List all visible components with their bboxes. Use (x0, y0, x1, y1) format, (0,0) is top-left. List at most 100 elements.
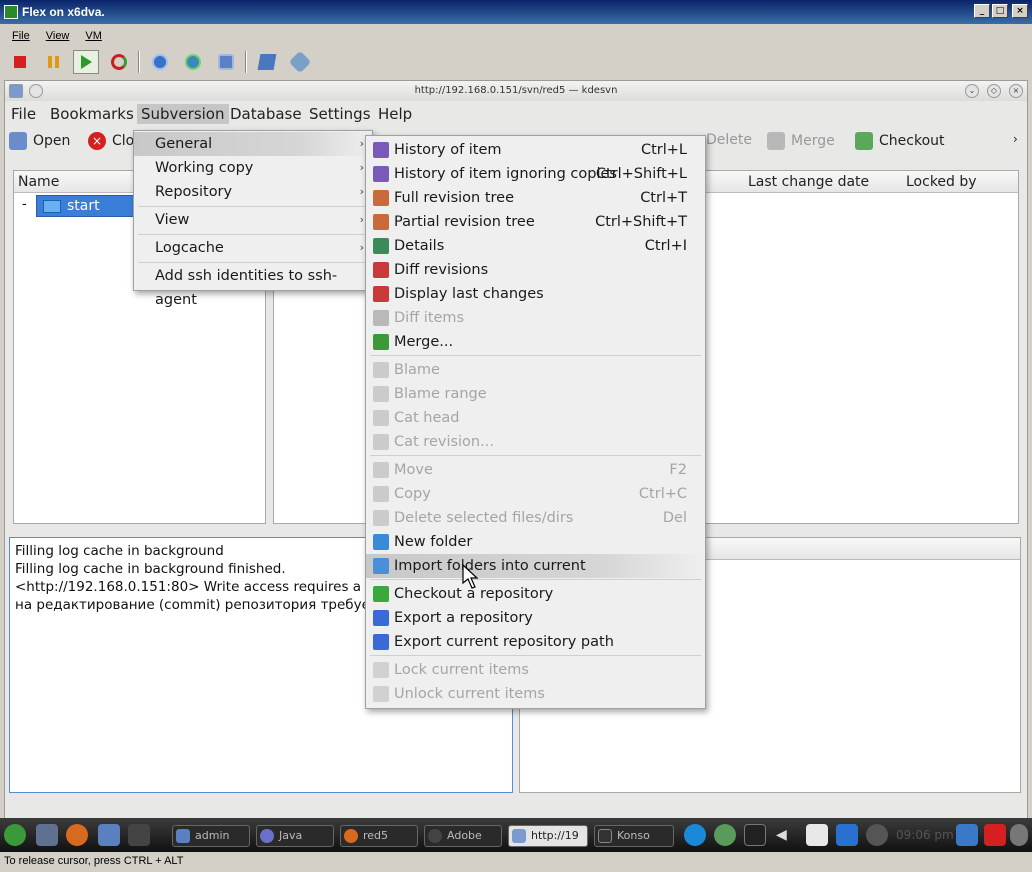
vm-menu-file[interactable]: File (12, 30, 30, 42)
menu-item-copy[interactable]: Copy Ctrl+C (366, 482, 705, 506)
menu-item-full-revision-tree[interactable]: Full revision tree Ctrl+T (366, 186, 705, 210)
task-konsole[interactable]: Konso (594, 825, 674, 847)
menu-item-shortcut: F2 (669, 462, 687, 478)
toolbar-overflow-button[interactable]: › (1013, 132, 1018, 146)
subversion-menu: General › Working copy › Repository › Vi… (133, 130, 373, 308)
revert-icon[interactable] (180, 50, 206, 74)
close-button[interactable]: × (1012, 4, 1028, 18)
menu-item-cat-head[interactable]: Cat head (366, 406, 705, 430)
delete-button[interactable]: Delete (706, 132, 752, 148)
menu-help[interactable]: Help (374, 104, 416, 124)
menu-item-label: Details (394, 238, 445, 254)
file-manager-icon[interactable] (98, 824, 120, 846)
vm-menu-vm[interactable]: VM (85, 30, 102, 42)
menu-item-label: Full revision tree (394, 190, 515, 206)
menu-item-display-last-changes[interactable]: Display last changes (366, 282, 705, 306)
task-adobe[interactable]: Adobe (424, 825, 502, 847)
menu-item-delete-selected-files-dirs[interactable]: Delete selected files/dirs Del (366, 506, 705, 530)
menu-file[interactable]: File (7, 104, 40, 124)
menu-subversion[interactable]: Subversion (137, 104, 229, 124)
menu-item-details[interactable]: Details Ctrl+I (366, 234, 705, 258)
pager-icon[interactable] (128, 824, 150, 846)
window-menu-button[interactable] (29, 84, 43, 98)
menu-item-export-current-repository-path[interactable]: Export current repository path (366, 630, 705, 654)
menu-item-blame[interactable]: Blame (366, 358, 705, 382)
firefox-icon[interactable] (66, 824, 88, 846)
power-icon[interactable] (984, 824, 1006, 846)
lock-screen-icon[interactable] (956, 824, 978, 846)
pause-icon[interactable] (40, 50, 66, 74)
tree-expander[interactable]: - (22, 197, 27, 212)
tree-item-start[interactable]: start (36, 195, 136, 217)
menu-item-checkout-a-repository[interactable]: Checkout a repository (366, 582, 705, 606)
clipboard-icon[interactable] (806, 824, 828, 846)
kde-close-button[interactable]: × (1009, 84, 1023, 98)
menu-item-shortcut: Ctrl+C (638, 486, 687, 502)
submenu-arrow-icon: › (359, 161, 364, 174)
checkout-button[interactable]: Checkout (855, 132, 945, 150)
download-icon[interactable] (836, 824, 858, 846)
menu-item-general[interactable]: General › (134, 132, 372, 156)
menu-item-working-copy[interactable]: Working copy › (134, 156, 372, 180)
play-icon[interactable] (73, 50, 99, 74)
menu-item-logcache[interactable]: Logcache › (134, 236, 372, 260)
settings-icon[interactable] (254, 50, 280, 74)
menu-bookmarks[interactable]: Bookmarks (46, 104, 138, 124)
maximize-button[interactable]: □ (992, 4, 1008, 18)
dashboard-icon[interactable] (1010, 824, 1028, 846)
header-last-change-date[interactable]: Last change date (748, 171, 869, 193)
task-kdesvn[interactable]: http://19 (508, 825, 588, 847)
menu-item-blame-range[interactable]: Blame range (366, 382, 705, 406)
menu-item-cat-revision[interactable]: Cat revision... (366, 430, 705, 454)
start-menu-icon[interactable] (4, 824, 26, 846)
info-icon[interactable] (866, 824, 888, 846)
task-admin[interactable]: admin (172, 825, 250, 847)
menu-item-diff-items[interactable]: Diff items (366, 306, 705, 330)
menu-item-view[interactable]: View › (134, 208, 372, 232)
menu-item-new-folder[interactable]: New folder (366, 530, 705, 554)
menu-item-move[interactable]: Move F2 (366, 458, 705, 482)
clock[interactable]: 09:06 pm (896, 828, 954, 842)
terminal-icon[interactable] (744, 824, 766, 846)
menu-item-repository[interactable]: Repository › (134, 180, 372, 204)
task-red5[interactable]: red5 (340, 825, 418, 847)
menu-item-partial-revision-tree[interactable]: Partial revision tree Ctrl+Shift+T (366, 210, 705, 234)
menu-item-label: Export a repository (394, 610, 533, 626)
menu-item-label: Logcache (155, 240, 224, 256)
menu-item-export-a-repository[interactable]: Export a repository (366, 606, 705, 630)
menu-item-add-ssh-identities[interactable]: Add ssh identities to ssh-agent (134, 264, 372, 308)
task-icon (176, 829, 190, 843)
snapshot-icon[interactable] (147, 50, 173, 74)
task-icon (260, 829, 274, 843)
merge-button[interactable]: Merge (767, 132, 835, 150)
kde-minimize-button[interactable]: ⌄ (965, 84, 979, 98)
open-label: Open (33, 133, 71, 149)
menu-item-merge[interactable]: Merge... (366, 330, 705, 354)
header-locked-by[interactable]: Locked by (906, 171, 977, 193)
menu-item-import-folders-into-current[interactable]: Import folders into current (366, 554, 705, 578)
close-toolbar-button[interactable]: × Clo (88, 132, 134, 150)
vm-menu-view[interactable]: View (46, 30, 70, 42)
menu-item-lock-current-items[interactable]: Lock current items (366, 658, 705, 682)
task-label: admin (195, 829, 230, 842)
tools-icon[interactable] (287, 50, 313, 74)
network-icon[interactable] (714, 824, 736, 846)
desktop-icon[interactable] (36, 824, 58, 846)
menu-database[interactable]: Database (226, 104, 306, 124)
skype-icon[interactable] (684, 824, 706, 846)
menu-item-unlock-current-items[interactable]: Unlock current items (366, 682, 705, 706)
tray-arrow-icon[interactable]: ◀ (776, 824, 790, 846)
menu-item-shortcut: Ctrl+T (640, 190, 687, 206)
menu-item-history-of-item[interactable]: History of item Ctrl+L (366, 138, 705, 162)
open-button[interactable]: Open (9, 132, 70, 150)
menu-settings[interactable]: Settings (305, 104, 375, 124)
kde-maximize-button[interactable]: ◇ (987, 84, 1001, 98)
reset-icon[interactable] (106, 50, 132, 74)
minimize-button[interactable]: _ (974, 4, 990, 18)
stop-icon[interactable] (7, 50, 33, 74)
menu-item-history-of-item-ignoring-copies[interactable]: History of item ignoring copies Ctrl+Shif… (366, 162, 705, 186)
import-icon (373, 558, 389, 574)
manage-snapshots-icon[interactable] (213, 50, 239, 74)
menu-item-diff-revisions[interactable]: Diff revisions (366, 258, 705, 282)
task-java[interactable]: Java (256, 825, 334, 847)
